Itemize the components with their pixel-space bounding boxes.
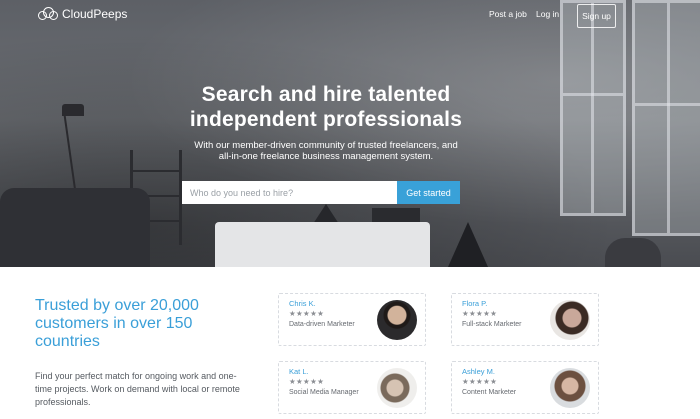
profile-role: Content Marketer	[462, 389, 517, 396]
avatar	[377, 368, 417, 408]
hire-search-form: Get started	[182, 181, 460, 204]
cloud-logo-icon	[38, 7, 58, 21]
hero-content: Search and hire talented independent pro…	[0, 82, 652, 162]
hire-search-input[interactable]	[182, 181, 397, 204]
profile-name: Flora P.	[462, 299, 488, 308]
profile-card[interactable]: Flora P. ★★★★★ Full-stack Marketer	[451, 293, 599, 346]
profile-role: Data-driven Marketer	[289, 321, 355, 328]
hero-section: CloudPeeps Post a job Log in Sign up Sea…	[0, 0, 700, 267]
trusted-heading: Trusted by over 20,000 customers in over…	[35, 297, 199, 350]
profile-name: Ashley M.	[462, 367, 495, 376]
profile-name: Kat L.	[289, 367, 309, 376]
white-table	[215, 222, 430, 267]
sofa	[0, 188, 150, 267]
hero-title: Search and hire talented independent pro…	[0, 82, 652, 132]
stool	[605, 238, 661, 267]
star-rating-icon: ★★★★★	[289, 377, 325, 386]
hero-subtitle-line-2: all-in-one freelance business management…	[218, 151, 434, 162]
hero-title-line-2: independent professionals	[189, 108, 463, 131]
profile-role: Full-stack Marketer	[462, 321, 522, 328]
get-started-button[interactable]: Get started	[397, 181, 460, 204]
side-desk	[372, 208, 420, 222]
profile-name: Chris K.	[289, 299, 316, 308]
profile-role: Social Media Manager	[289, 389, 359, 396]
avatar	[550, 368, 590, 408]
post-job-link[interactable]: Post a job	[489, 9, 527, 19]
avatar	[377, 300, 417, 340]
brand-name: CloudPeeps	[62, 7, 128, 21]
star-rating-icon: ★★★★★	[462, 309, 498, 318]
trusted-blurb: Find your perfect match for ongoing work…	[35, 371, 240, 407]
profile-card[interactable]: Kat L. ★★★★★ Social Media Manager	[278, 361, 426, 414]
profile-card[interactable]: Ashley M. ★★★★★ Content Marketer	[451, 361, 599, 414]
login-link[interactable]: Log in	[536, 9, 559, 19]
hero-subtitle: With our member-driven community of trus…	[0, 140, 652, 162]
profile-card[interactable]: Chris K. ★★★★★ Data-driven Marketer	[278, 293, 426, 346]
hero-subtitle-line-1: With our member-driven community of trus…	[194, 140, 458, 151]
avatar	[550, 300, 590, 340]
top-nav: CloudPeeps Post a job Log in Sign up	[0, 0, 700, 30]
hero-title-line-1: Search and hire talented	[201, 83, 451, 106]
signup-button[interactable]: Sign up	[577, 4, 616, 28]
brand-logo[interactable]: CloudPeeps	[38, 7, 127, 21]
star-rating-icon: ★★★★★	[289, 309, 325, 318]
plant-right	[448, 222, 488, 267]
star-rating-icon: ★★★★★	[462, 377, 498, 386]
